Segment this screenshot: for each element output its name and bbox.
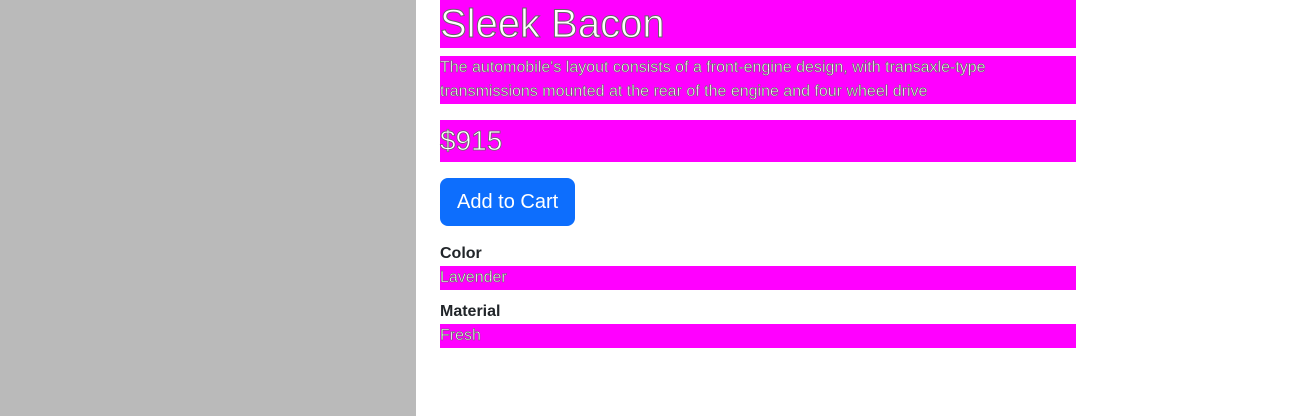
add-to-cart-button[interactable]: Add to Cart [440, 178, 576, 226]
color-label: Color [440, 245, 482, 262]
product-title: Sleek Bacon [440, 0, 1076, 48]
product-image-placeholder [0, 0, 416, 416]
product-details: Sleek Bacon The automobile's layout cons… [440, 0, 1076, 348]
material-label: Material [440, 303, 501, 320]
product-description: The automobile's layout consists of a fr… [440, 56, 1076, 104]
material-value: Fresh [440, 324, 1076, 348]
color-value: Lavender [440, 266, 1076, 290]
product-price: $915 [440, 120, 1076, 162]
product-page: Sleek Bacon The automobile's layout cons… [0, 0, 1296, 416]
